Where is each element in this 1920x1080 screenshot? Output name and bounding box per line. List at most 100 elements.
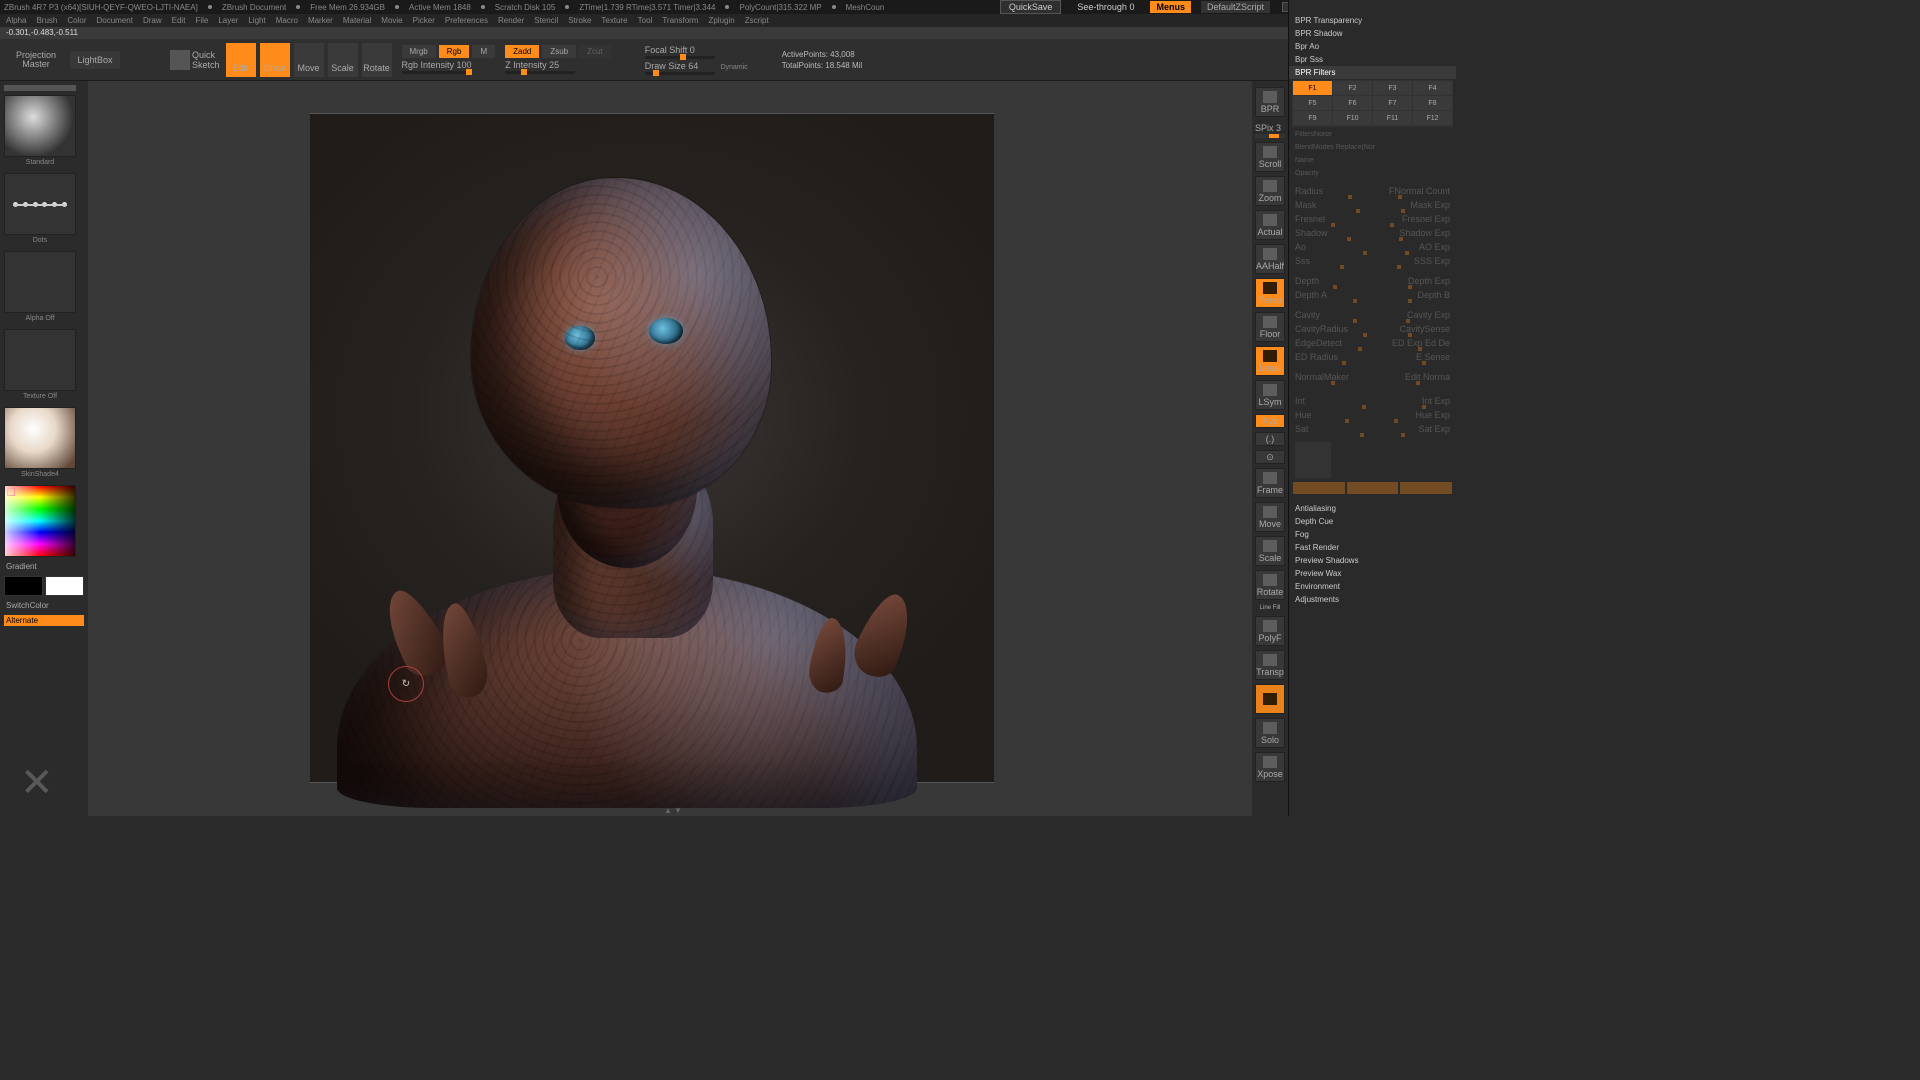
fog-header[interactable]: Fog xyxy=(1289,528,1456,541)
focal-shift-slider[interactable]: Focal Shift 0 xyxy=(645,45,748,59)
aahalf-button[interactable]: AAHalf xyxy=(1255,244,1285,274)
secondary-color[interactable] xyxy=(4,576,43,596)
filter-f2[interactable]: F2 xyxy=(1333,81,1372,95)
texture-picker[interactable]: Texture Off xyxy=(4,329,76,391)
zsub-button[interactable]: Zsub xyxy=(542,45,576,58)
move-button[interactable]: Move xyxy=(294,43,324,77)
edit-button[interactable]: Edit xyxy=(226,43,256,77)
color-picker[interactable] xyxy=(4,485,76,557)
scroll-button[interactable]: Scroll xyxy=(1255,142,1285,172)
filter-f8[interactable]: F8 xyxy=(1413,96,1452,110)
quicksketch-button[interactable]: QuickSketch xyxy=(168,48,222,72)
menu-stroke[interactable]: Stroke xyxy=(568,16,591,25)
previewwax-header[interactable]: Preview Wax xyxy=(1289,567,1456,580)
bpr-transparency-header[interactable]: BPR Transparency xyxy=(1289,14,1456,27)
menu-tool[interactable]: Tool xyxy=(638,16,653,25)
seethrough[interactable]: See-through 0 xyxy=(1071,2,1140,12)
xpose-button[interactable]: Xpose xyxy=(1255,752,1285,782)
environment-header[interactable]: Environment xyxy=(1289,580,1456,593)
primary-color[interactable] xyxy=(45,576,84,596)
filter-slider-8[interactable]: CavityCavity Exp xyxy=(1289,310,1456,320)
scale-nav-button[interactable]: Scale xyxy=(1255,536,1285,566)
menu-file[interactable]: File xyxy=(195,16,208,25)
mrgb-button[interactable]: Mrgb xyxy=(402,45,436,58)
adjustments-header[interactable]: Adjustments xyxy=(1289,593,1456,606)
bpr-button[interactable]: BPR xyxy=(1255,87,1285,117)
lightbox-button[interactable]: LightBox xyxy=(70,51,120,69)
rotate-nav-button[interactable]: Rotate xyxy=(1255,570,1285,600)
ghostframe-button[interactable]: ⊙ xyxy=(1255,450,1285,464)
menu-movie[interactable]: Movie xyxy=(381,16,402,25)
move-nav-button[interactable]: Move xyxy=(1255,502,1285,532)
menu-picker[interactable]: Picker xyxy=(413,16,435,25)
pointframe-button[interactable]: (.) xyxy=(1255,432,1285,446)
spix-slider[interactable]: SPix 3 xyxy=(1255,123,1285,138)
menu-document[interactable]: Document xyxy=(97,16,133,25)
lsym-button[interactable]: LSym xyxy=(1255,380,1285,410)
transp-button[interactable]: Transp xyxy=(1255,650,1285,680)
menu-marker[interactable]: Marker xyxy=(308,16,333,25)
menu-stencil[interactable]: Stencil xyxy=(534,16,558,25)
brush-picker[interactable]: Standard xyxy=(4,95,76,157)
zadd-button[interactable]: Zadd xyxy=(505,45,539,58)
quicksave-button[interactable]: QuickSave xyxy=(1000,0,1062,14)
draw-size-slider[interactable]: Draw Size 64 Dynamic xyxy=(645,61,748,75)
menu-alpha[interactable]: Alpha xyxy=(6,16,26,25)
xyz-button[interactable]: Xyz xyxy=(1255,414,1285,428)
stroke-picker[interactable]: Dots xyxy=(4,173,76,235)
filter-f7[interactable]: F7 xyxy=(1373,96,1412,110)
filter-slider-7[interactable]: Depth ADepth B xyxy=(1289,290,1456,300)
defaultzscript[interactable]: DefaultZScript xyxy=(1201,1,1270,13)
filter-slider-1[interactable]: MaskMask Exp xyxy=(1289,200,1456,210)
frame-button[interactable]: Frame xyxy=(1255,468,1285,498)
depthcue-header[interactable]: Depth Cue xyxy=(1289,515,1456,528)
filter-f5[interactable]: F5 xyxy=(1293,96,1332,110)
menu-render[interactable]: Render xyxy=(498,16,524,25)
switchcolor-button[interactable]: SwitchColor xyxy=(4,600,84,611)
filter-f3[interactable]: F3 xyxy=(1373,81,1412,95)
fastrender-header[interactable]: Fast Render xyxy=(1289,541,1456,554)
previewshadows-header[interactable]: Preview Shadows xyxy=(1289,554,1456,567)
bpr-ao-header[interactable]: Bpr Ao xyxy=(1289,40,1456,53)
filter-slider-12[interactable]: NormalMakerEdit Norma xyxy=(1289,372,1456,382)
polyf-button[interactable]: PolyF xyxy=(1255,616,1285,646)
bpr-sss-header[interactable]: Bpr Sss xyxy=(1289,53,1456,66)
scale-button[interactable]: Scale xyxy=(328,43,358,77)
zcut-button[interactable]: Zcut xyxy=(579,45,611,58)
rgb-button[interactable]: Rgb xyxy=(439,45,470,58)
menu-light[interactable]: Light xyxy=(248,16,265,25)
gradient-toggle[interactable]: Gradient xyxy=(4,561,84,572)
filter-slider-11[interactable]: ED RadiusE Sense xyxy=(1289,352,1456,362)
filter-f10[interactable]: F10 xyxy=(1333,111,1372,125)
rgb-intensity-slider[interactable]: Rgb Intensity 100 xyxy=(402,60,496,74)
menus-button[interactable]: Menus xyxy=(1150,1,1191,13)
m-button[interactable]: M xyxy=(472,45,495,58)
z-intensity-slider[interactable]: Z Intensity 25 xyxy=(505,60,611,74)
filter-slider-2[interactable]: FresnelFresnel Exp xyxy=(1289,214,1456,224)
menu-layer[interactable]: Layer xyxy=(218,16,238,25)
zoom-button[interactable]: Zoom xyxy=(1255,176,1285,206)
filter-f9[interactable]: F9 xyxy=(1293,111,1332,125)
filter-f1[interactable]: F1 xyxy=(1293,81,1332,95)
menu-color[interactable]: Color xyxy=(67,16,86,25)
filter-slider-14[interactable]: HueHue Exp xyxy=(1289,410,1456,420)
alpha-picker[interactable]: Alpha Off xyxy=(4,251,76,313)
menu-zplugin[interactable]: Zplugin xyxy=(708,16,734,25)
bottom-tray-handle[interactable]: ▲▼ xyxy=(664,806,684,815)
filter-f6[interactable]: F6 xyxy=(1333,96,1372,110)
material-picker[interactable]: SkinShade4 xyxy=(4,407,76,469)
menu-edit[interactable]: Edit xyxy=(172,16,186,25)
tray-handle[interactable] xyxy=(4,85,76,91)
antialiasing-header[interactable]: Antialiasing xyxy=(1289,502,1456,515)
actual-button[interactable]: Actual xyxy=(1255,210,1285,240)
filter-slider-10[interactable]: EdgeDetectED Exp Ed De xyxy=(1289,338,1456,348)
filter-slider-6[interactable]: DepthDepth Exp xyxy=(1289,276,1456,286)
canvas-area[interactable]: ▲▼ xyxy=(88,81,1260,816)
persp-button[interactable]: Persp xyxy=(1255,278,1285,308)
menu-draw[interactable]: Draw xyxy=(143,16,162,25)
rotate-button[interactable]: Rotate xyxy=(362,43,392,77)
filter-slider-15[interactable]: SatSat Exp xyxy=(1289,424,1456,434)
bpr-filters-header[interactable]: BPR Filters xyxy=(1289,66,1456,79)
filter-slider-3[interactable]: ShadowShadow Exp xyxy=(1289,228,1456,238)
menu-macro[interactable]: Macro xyxy=(276,16,298,25)
